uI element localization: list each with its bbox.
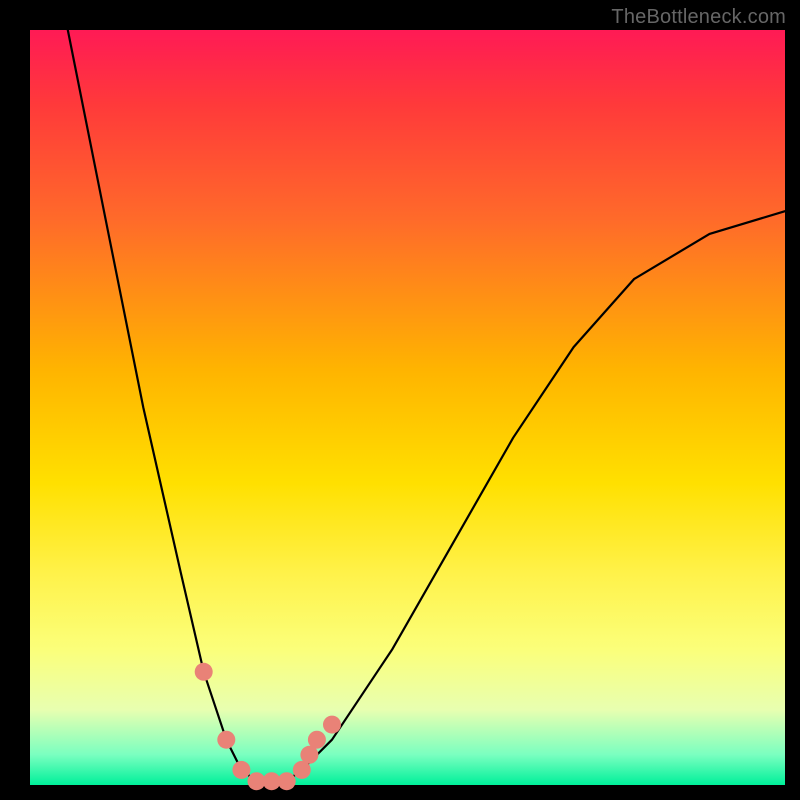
data-point [323,716,341,734]
data-point [195,663,213,681]
bottleneck-curve [68,30,785,781]
watermark-text: TheBottleneck.com [611,6,786,29]
data-point [217,731,235,749]
data-point [278,772,296,790]
data-points [195,663,341,790]
plot-area [30,30,785,785]
chart-svg [30,30,785,785]
chart-frame: TheBottleneck.com [0,0,800,800]
data-point [308,731,326,749]
data-point [232,761,250,779]
